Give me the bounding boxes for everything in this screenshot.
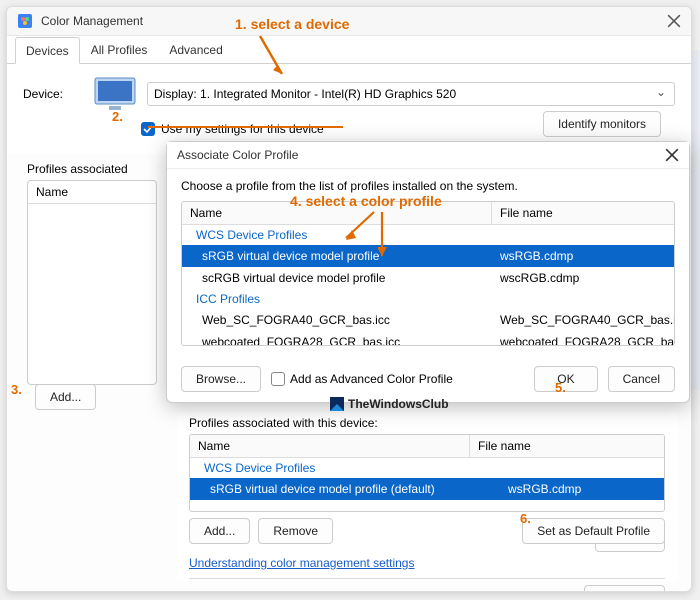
- add-button[interactable]: Add...: [189, 518, 250, 544]
- profile-name: sRGB virtual device model profile (defau…: [190, 480, 500, 498]
- remove-button[interactable]: Remove: [258, 518, 333, 544]
- ok-button[interactable]: OK: [534, 366, 597, 392]
- cancel-button[interactable]: Cancel: [608, 366, 675, 392]
- window-close-icon[interactable]: [667, 14, 681, 28]
- col-file-hdr: File name: [470, 435, 664, 457]
- profiles-associated-panel: Profiles associated with this device: Na…: [177, 412, 677, 581]
- understanding-link[interactable]: Understanding color management settings: [189, 556, 414, 570]
- group-icc-profiles: ICC Profiles: [182, 289, 674, 309]
- profile-row[interactable]: Web_SC_FOGRA40_GCR_bas.icc Web_SC_FOGRA4…: [182, 309, 674, 331]
- use-my-settings-label: Use my settings for this device: [161, 122, 324, 136]
- profile-row[interactable]: webcoated_FOGRA28_GCR_bas.icc webcoated_…: [182, 331, 674, 346]
- profiles-associated-list[interactable]: Name File name WCS Device Profiles sRGB …: [189, 434, 665, 512]
- profile-name: webcoated_FOGRA28_GCR_bas.icc: [182, 333, 492, 346]
- profile-row[interactable]: scRGB virtual device model profile wscRG…: [182, 267, 674, 289]
- dialog-close-icon[interactable]: [665, 148, 679, 162]
- group-wcs-profiles: WCS Device Profiles: [182, 225, 674, 245]
- watermark-text: TheWindowsClub: [348, 397, 449, 411]
- watermark: TheWindowsClub: [330, 397, 449, 411]
- app-icon: [17, 13, 33, 29]
- monitor-icon: [93, 76, 137, 112]
- profile-name: sRGB virtual device model profile: [182, 247, 492, 265]
- col-name[interactable]: Name: [182, 202, 492, 224]
- profiles-outer-list[interactable]: Name: [27, 180, 157, 385]
- profile-row-selected[interactable]: sRGB virtual device model profile (defau…: [190, 478, 664, 500]
- device-label: Device:: [23, 87, 83, 101]
- dialog-title: Associate Color Profile: [177, 148, 665, 162]
- profiles-associated-outer: Profiles associated Name: [27, 162, 147, 385]
- profile-file: webcoated_FOGRA28_GCR_bas...: [492, 333, 675, 346]
- tab-all-profiles[interactable]: All Profiles: [80, 36, 159, 63]
- tab-advanced[interactable]: Advanced: [158, 36, 233, 63]
- add-button-outer[interactable]: Add...: [35, 384, 96, 410]
- profile-file: wscRGB.cdmp: [492, 269, 674, 287]
- identify-monitors-button[interactable]: Identify monitors: [543, 111, 661, 137]
- titlebar: Color Management: [7, 7, 691, 36]
- device-dropdown[interactable]: Display: 1. Integrated Monitor - Intel(R…: [147, 82, 675, 106]
- watermark-icon: [330, 397, 344, 411]
- dialog-desc: Choose a profile from the list of profil…: [181, 179, 675, 193]
- browse-button[interactable]: Browse...: [181, 366, 261, 392]
- close-button[interactable]: Close: [584, 585, 665, 592]
- profile-file: Web_SC_FOGRA40_GCR_bas.icc: [492, 311, 675, 329]
- tabbar: Devices All Profiles Advanced: [7, 36, 691, 64]
- tab-devices[interactable]: Devices: [15, 37, 80, 64]
- add-advanced-label: Add as Advanced Color Profile: [290, 372, 453, 386]
- profile-name: Web_SC_FOGRA40_GCR_bas.icc: [182, 311, 492, 329]
- col-file[interactable]: File name: [492, 202, 674, 224]
- profiles-associated-label2: Profiles associated with this device:: [189, 416, 665, 430]
- checkbox-empty-icon[interactable]: [271, 372, 285, 386]
- group-wcs: WCS Device Profiles: [190, 458, 664, 478]
- window-title: Color Management: [41, 14, 667, 28]
- set-default-button[interactable]: Set as Default Profile: [522, 518, 665, 544]
- device-dropdown-value: Display: 1. Integrated Monitor - Intel(R…: [154, 87, 456, 101]
- profile-listbox[interactable]: Name File name WCS Device Profiles sRGB …: [181, 201, 675, 346]
- profiles-associated-label: Profiles associated: [27, 162, 147, 176]
- profile-file: wsRGB.cdmp: [492, 247, 674, 265]
- profiles-outer-name-hdr: Name: [28, 181, 156, 204]
- col-name-hdr: Name: [190, 435, 470, 457]
- checkbox-checked-icon[interactable]: [141, 122, 155, 136]
- associate-profile-dialog: Associate Color Profile Choose a profile…: [166, 141, 690, 403]
- profile-name: scRGB virtual device model profile: [182, 269, 492, 287]
- add-advanced-checkbox[interactable]: Add as Advanced Color Profile: [271, 372, 453, 387]
- profile-file: wsRGB.cdmp: [500, 480, 664, 498]
- profile-row[interactable]: sRGB virtual device model profile wsRGB.…: [182, 245, 674, 267]
